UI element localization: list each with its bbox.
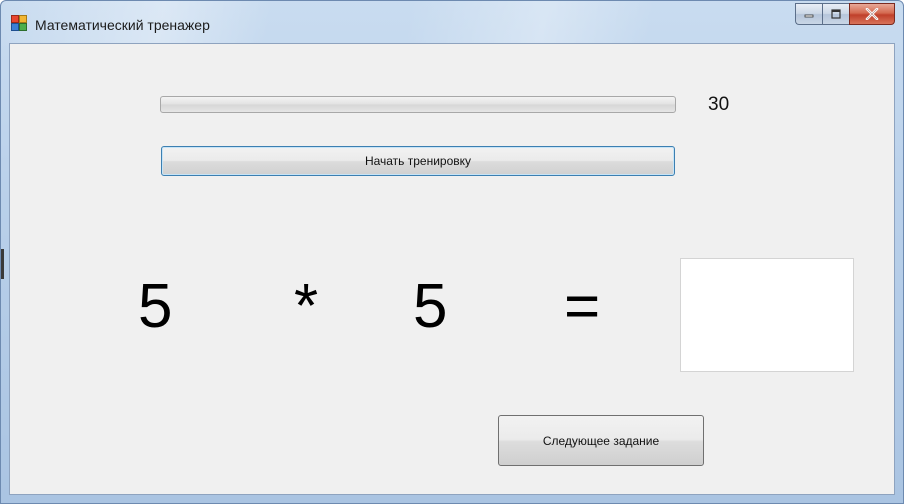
app-window: Математический тренажер 30 Начать тренир… [0, 0, 904, 504]
window-edge-shadow [1, 249, 4, 279]
maximize-icon [831, 9, 841, 19]
minimize-button[interactable] [795, 3, 822, 25]
equals-sign: = [564, 272, 601, 341]
next-task-button[interactable]: Следующее задание [498, 415, 704, 466]
answer-input[interactable] [680, 258, 854, 372]
caption-buttons [795, 3, 895, 25]
timer-label: 30 [708, 94, 730, 115]
title-bar[interactable]: Математический тренажер [1, 1, 903, 43]
winforms-app-icon [11, 15, 27, 31]
operand-a: 5 [138, 272, 173, 341]
window-title: Математический тренажер [35, 17, 210, 33]
close-icon [865, 8, 879, 20]
operand-b: 5 [413, 272, 448, 341]
minimize-icon [804, 14, 814, 18]
close-button[interactable] [849, 3, 895, 25]
operator-sign: * [294, 272, 319, 341]
client-area: 30 Начать тренировку 5 * 5 = Следующее з… [9, 43, 895, 495]
start-training-button[interactable]: Начать тренировку [161, 146, 675, 176]
timer-progress-bar [160, 96, 676, 113]
maximize-button[interactable] [822, 3, 849, 25]
